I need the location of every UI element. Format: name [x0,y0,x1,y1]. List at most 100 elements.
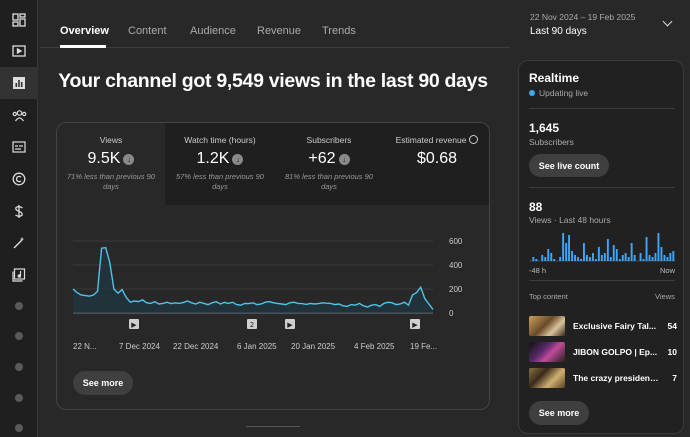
realtime-bar [630,243,633,261]
realtime-bar [595,259,597,261]
video-title: Exclusive Fairy Tal... [573,321,656,331]
tab-content[interactable]: Content [128,25,167,37]
copyright-icon[interactable] [0,163,38,195]
top-content-item[interactable]: JIBON GOLPO | Ep... 10 [529,342,677,362]
y-tick-label: 200 [449,285,463,294]
chevron-down-icon[interactable] [662,16,673,27]
realtime-bar [571,251,573,261]
x-tick-label: 22 N... [73,342,97,351]
tab-overview[interactable]: Overview [60,25,109,37]
y-tick-label: 600 [449,237,463,246]
x-tick-label: 22 Dec 2024 [173,342,219,351]
realtime-bar [589,257,591,261]
marker-label: ▶ [131,321,137,329]
top-content-item[interactable]: The crazy president... 7 [529,368,677,388]
rail-shortcut-icon[interactable] [0,351,38,383]
see-live-count-button[interactable]: See live count [529,154,609,177]
realtime-bar [577,257,579,261]
tab-trends[interactable]: Trends [322,25,356,37]
arrow-down-icon: ↓ [123,153,135,165]
realtime-bar [553,259,556,261]
see-more-button[interactable]: See more [529,401,589,425]
realtime-bar [583,243,585,261]
tab-revenue[interactable]: Revenue [257,25,301,37]
video-title: The crazy president... [573,373,659,383]
realtime-bar [603,253,606,261]
realtime-bar [568,235,570,261]
realtime-bar [639,253,642,261]
dashboard-icon[interactable] [0,4,38,36]
realtime-views-label: Views · Last 48 hours [529,215,611,225]
realtime-bar [618,259,621,261]
metric-subscribers[interactable]: Subscribers +62 ↓ 81% less than previous … [275,123,383,205]
rail-shortcut-icon[interactable] [0,382,38,414]
realtime-bar [642,259,645,261]
video-publish-marker[interactable]: ▶ [285,319,295,329]
realtime-title: Realtime [529,71,580,85]
audio-library-icon[interactable] [0,259,38,291]
arrow-down-icon: ↓ [232,153,244,165]
realtime-bar [600,255,603,261]
realtime-views-count: 88 [529,200,543,214]
video-thumbnail [529,368,565,388]
video-views: 54 [667,321,677,331]
rail-shortcut-icon[interactable] [0,290,38,322]
see-more-button[interactable]: See more [73,371,133,395]
subtitles-icon[interactable] [0,131,38,163]
y-tick-label: 400 [449,261,463,270]
live-dot-icon [529,90,535,96]
analytics-icon[interactable] [0,67,38,99]
realtime-bar [606,239,609,261]
realtime-bar [535,259,538,261]
divider [529,108,675,109]
date-range-label: Last 90 days [530,26,587,37]
video-publish-marker[interactable]: ▶ [410,319,420,329]
realtime-views-bars[interactable] [529,229,675,263]
realtime-bar [562,233,565,261]
left-rail [0,0,38,437]
realtime-bar [669,253,672,261]
content-icon[interactable] [0,35,38,67]
metric-revenue[interactable]: Estimated revenue $0.68 [383,123,489,205]
realtime-bar [627,257,630,261]
video-thumbnail [529,342,565,362]
realtime-bar [624,253,627,261]
realtime-bar [586,255,588,261]
video-thumbnail [529,316,565,336]
community-icon[interactable] [0,99,38,131]
x-tick-label: 4 Feb 2025 [354,342,395,351]
marker-label: 2 [250,321,254,329]
realtime-bar [651,257,654,261]
metric-watch-time[interactable]: Watch time (hours) 1.2K ↓ 57% less than p… [165,123,275,205]
metric-label: Watch time (hours) [184,135,256,145]
metric-views[interactable]: Views 9.5K ↓ 71% less than previous 90 da… [57,123,165,205]
tab-audience[interactable]: Audience [190,25,236,37]
realtime-bar [609,257,612,261]
video-publish-marker[interactable]: 2 [247,319,257,329]
realtime-bar [660,247,663,261]
rail-shortcut-icon[interactable] [0,320,38,352]
earn-icon[interactable] [0,195,38,227]
top-content-label: Top content [529,292,568,301]
rail-shortcut-icon[interactable] [0,412,38,437]
x-tick-label: 7 Dec 2024 [119,342,160,351]
active-tab-indicator [60,45,106,48]
video-views: 10 [667,347,677,357]
views-chart[interactable]: 600 400 200 0 ▶ 2 ▶ ▶ 22 N... 7 Dec 2024 22 Dec 20… [57,223,490,363]
customization-icon[interactable] [0,227,38,259]
top-content-item[interactable]: Exclusive Fairy Tal... 54 [529,316,677,336]
marker-label: ▶ [412,321,418,329]
marker-label: ▶ [287,321,293,329]
realtime-bar [648,255,651,261]
realtime-bar [666,257,669,261]
realtime-bar [654,253,657,261]
video-publish-marker[interactable]: ▶ [129,319,139,329]
page-title: Your channel got 9,549 views in the last… [58,70,488,92]
realtime-axis-end: Now [660,266,676,275]
realtime-bar [657,233,660,261]
realtime-bar [633,255,636,261]
realtime-bar [532,257,535,261]
divider [529,187,675,188]
date-range-picker[interactable]: 22 Nov 2024 – 19 Feb 2025 Last 90 days [530,12,635,37]
subscriber-count: 1,645 [529,121,560,135]
